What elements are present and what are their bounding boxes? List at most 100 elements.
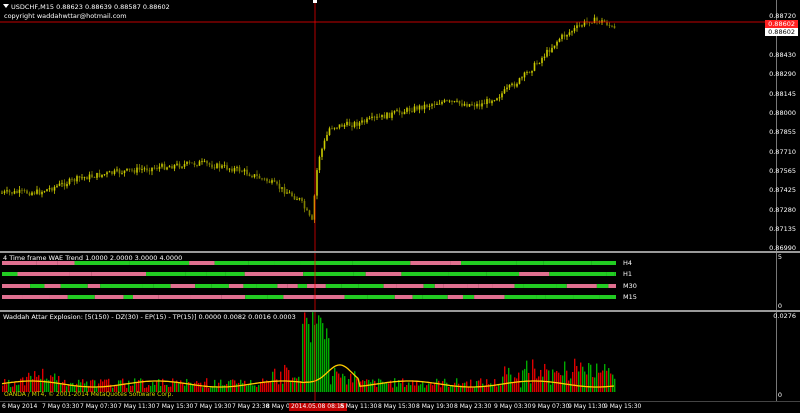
candle-body [126,168,128,171]
candle-body [476,103,478,107]
candle-body [528,72,531,73]
trend-row [2,272,616,276]
histogram-bar [214,379,216,392]
histogram-bar [446,382,448,392]
candle-body [288,192,291,194]
histogram-bar [574,358,576,392]
candle-body [271,180,273,183]
trend-segment [352,261,411,265]
candle-body [216,163,218,169]
price-tick: 0.87135 [769,225,796,233]
candle-body [161,164,163,167]
candle-body [378,116,381,118]
histogram-bar [350,373,352,392]
trend-segment [153,284,171,288]
trend-segment [448,272,487,276]
time-tick: 9 May 15:30 [604,403,642,410]
histogram-bar [36,376,38,392]
histogram-bar [566,370,568,392]
trend-segment [365,272,402,276]
histogram-bar [322,323,324,392]
histogram-bar [326,328,328,392]
candle-body [343,125,346,127]
candle-body [521,77,523,79]
histogram-bar [42,368,44,392]
trend-row [2,295,616,299]
trend-row-label-m30: M30 [623,282,637,290]
price-chart-canvas[interactable] [0,0,800,251]
histogram-bar [296,378,298,392]
candle-body [348,121,351,126]
explosion-indicator-pane[interactable]: Waddah Attar Explosion: [5(150) - DZ(30)… [0,312,800,401]
candle-body [81,177,83,179]
histogram-bar [490,383,492,392]
histogram-bar [496,386,498,392]
histogram-bar [426,385,428,392]
candle-body [276,181,278,184]
histogram-bar [262,378,264,392]
histogram-bar [20,378,22,392]
candle-body [548,49,551,53]
candle-body [183,164,186,167]
histogram-bar [384,383,386,392]
candle-body [136,167,138,173]
trend-segment [412,295,423,299]
histogram-bar [454,382,456,392]
histogram-bar [372,379,374,392]
candle-body [118,169,121,174]
histogram-bar [530,383,532,392]
histogram-bar [456,378,458,392]
histogram-bar [520,387,522,392]
trend-segment [297,284,308,288]
price-chart-pane[interactable]: USDCHF,M15 0.88623 0.88639 0.88587 0.886… [0,0,800,252]
histogram-bar [192,384,194,392]
candle-body [448,100,451,102]
candle-body [541,57,543,64]
candle-body [508,84,511,88]
candle-body [483,103,486,105]
histogram-bar [498,384,500,392]
histogram-bar [404,386,406,392]
trend-axis-min: 0 [777,302,782,310]
candle-body [393,111,396,113]
trend-segment [447,295,463,299]
time-tick: 8 May 19:30 [416,403,454,410]
time-tick: 8 May 11:30 [340,403,378,410]
trend-segment [325,284,342,288]
candle-body [283,187,286,194]
candle-body [573,28,576,32]
candle-body [603,20,606,22]
histogram-bar [606,370,608,392]
time-tick: 7 May 15:30 [156,403,194,410]
candle-body [308,210,311,216]
candle-body [366,118,368,123]
histogram-bar [418,385,420,392]
histogram-bar [480,378,482,392]
dropdown-arrow-icon[interactable] [3,4,9,8]
price-tick: 0.87280 [769,206,796,214]
candle-body [43,191,46,193]
histogram-bar [434,383,436,392]
candle-body [501,93,503,98]
histogram-bar [280,371,282,392]
candle-body [443,100,446,102]
candle-body [46,189,48,192]
histogram-bar [352,382,354,392]
histogram-bar [468,387,470,392]
candle-body [268,181,271,183]
histogram-bar [242,383,244,392]
candle-body [11,192,13,194]
candle-body [383,114,386,119]
trend-segment [228,284,244,288]
histogram-bar [386,383,388,392]
trend-indicator-pane[interactable]: 4 Time frame WAE Trend 1.0000 2.0000 3.0… [0,253,800,310]
histogram-bar [406,385,408,392]
histogram-bar [318,315,320,392]
candle-body [418,105,421,110]
histogram-bar [28,372,30,392]
candle-body [408,108,411,112]
histogram-bar [500,385,502,392]
trend-segment [591,261,616,265]
trend-segment [44,284,61,288]
candle-body [441,101,443,104]
